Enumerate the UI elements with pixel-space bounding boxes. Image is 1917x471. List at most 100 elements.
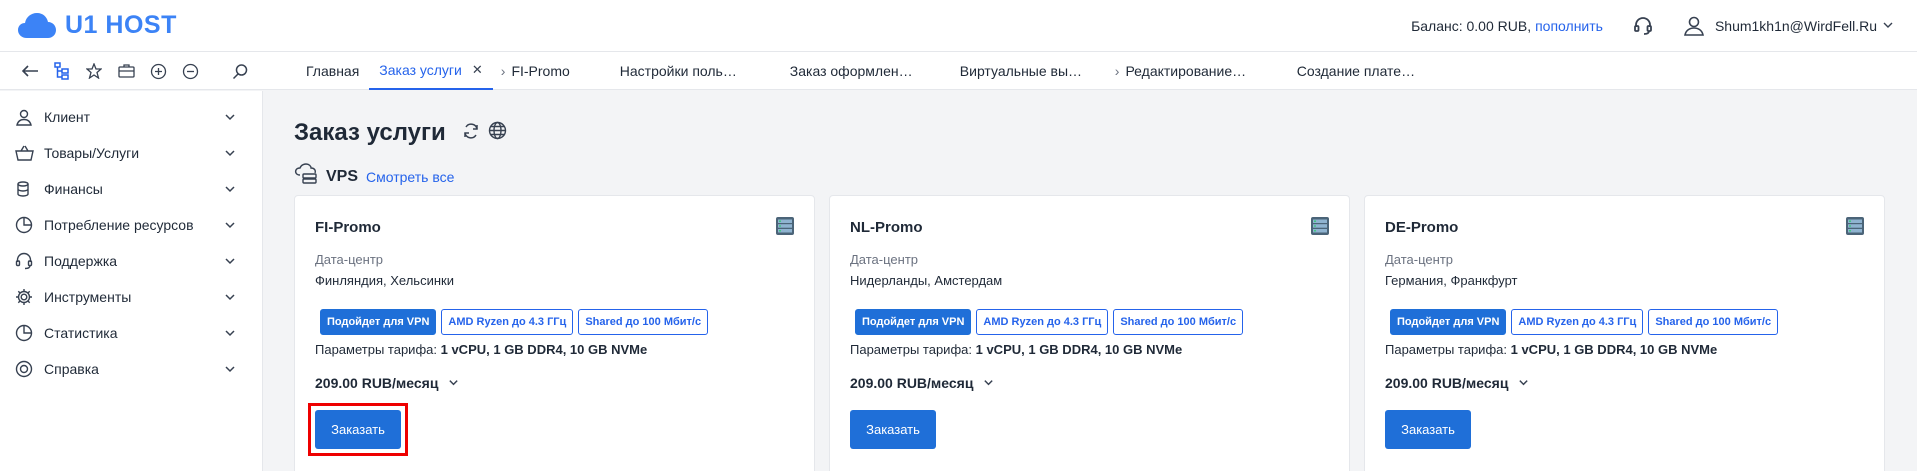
tab-label: Создание плате… — [1296, 63, 1416, 79]
price-value: 209.00 RUB/месяц — [1385, 375, 1509, 391]
globe-icon[interactable] — [488, 121, 507, 145]
star-icon[interactable] — [78, 52, 110, 90]
badge-network: Shared до 100 Мбит/с — [1113, 309, 1244, 335]
tab-label: Заказ услуги — [379, 62, 462, 78]
server-icon — [776, 217, 794, 240]
sidebar-item-statistics[interactable]: Статистика — [0, 315, 262, 351]
chevron-down-icon — [224, 218, 236, 234]
tab-editing[interactable]: › Редактирование… — [1105, 52, 1287, 90]
refresh-icon[interactable] — [462, 122, 480, 145]
sidebar-item-label: Финансы — [44, 181, 103, 197]
back-arrow-icon[interactable] — [14, 52, 46, 90]
user-email: Shum1kh1n@WirdFell.Ru — [1714, 18, 1877, 34]
support-headset-icon[interactable] — [1633, 16, 1653, 36]
tab-order-service[interactable]: Заказ услуги ✕ — [369, 52, 493, 90]
cloud-server-icon — [294, 163, 318, 190]
section-label: VPS — [326, 167, 359, 185]
params-value: 1 vCPU, 1 GB DDR4, 10 GB NVMe — [440, 342, 648, 357]
price-selector[interactable]: 209.00 RUB/месяц — [315, 375, 459, 391]
tab-label: FI-Promo — [511, 63, 570, 79]
sidebar-item-label: Товары/Услуги — [44, 145, 140, 161]
badge-vpn: Подойдет для VPN — [1390, 309, 1507, 335]
user-menu[interactable]: Shum1kh1n@WirdFell.Ru — [1683, 15, 1893, 37]
topup-link[interactable]: пополнить — [1535, 18, 1603, 34]
tab-order-placed[interactable]: Заказ оформлен… — [780, 52, 950, 90]
order-button[interactable]: Заказать — [850, 410, 936, 449]
price-value: 209.00 RUB/месяц — [850, 375, 974, 391]
tab-home[interactable]: Главная — [293, 52, 369, 90]
price-selector[interactable]: 209.00 RUB/месяц — [850, 375, 994, 391]
chevron-right-icon: › — [1114, 63, 1120, 79]
tab-label: Редактирование… — [1125, 63, 1247, 79]
sidebar-item-label: Потребление ресурсов — [44, 217, 194, 233]
tab-user-settings[interactable]: Настройки поль… — [610, 52, 780, 90]
badge-cpu: AMD Ryzen до 4.3 ГГц — [976, 309, 1109, 335]
badge-network: Shared до 100 Мбит/с — [1648, 309, 1779, 335]
close-icon[interactable]: ✕ — [472, 62, 483, 78]
params-label: Параметры тарифа: — [1385, 342, 1507, 357]
tree-icon[interactable] — [46, 52, 78, 90]
server-icon — [1311, 217, 1329, 240]
server-icon — [1846, 217, 1864, 240]
chevron-down-icon — [983, 375, 994, 391]
chevron-right-icon: › — [500, 63, 506, 79]
basket-icon — [14, 143, 34, 163]
sidebar-item-support[interactable]: Поддержка — [0, 243, 262, 279]
user-icon — [14, 107, 34, 127]
pie-chart-icon — [14, 323, 34, 343]
view-all-link[interactable]: Смотреть все — [366, 169, 454, 185]
chevron-down-icon — [224, 254, 236, 270]
tab-label: Настройки поль… — [619, 63, 737, 79]
card-title: FI-Promo — [315, 219, 381, 236]
sidebar-item-label: Поддержка — [44, 253, 118, 269]
minus-circle-icon[interactable] — [174, 52, 206, 90]
chevron-down-icon — [224, 362, 236, 378]
chevron-down-icon — [224, 290, 236, 306]
chevron-down-icon — [224, 326, 236, 342]
tariff-card: DE-Promo Дата-центр Германия, Франкфурт … — [1364, 195, 1885, 471]
sidebar-item-tools[interactable]: Инструменты — [0, 279, 262, 315]
headset-icon — [14, 251, 34, 271]
tab-label: Виртуальные вы… — [959, 63, 1083, 79]
sidebar-item-label: Статистика — [44, 325, 118, 341]
search-icon[interactable] — [224, 52, 256, 90]
sidebar-item-label: Клиент — [44, 109, 91, 125]
tariff-params: Параметры тарифа: 1 vCPU, 1 GB DDR4, 10 … — [1385, 342, 1717, 357]
datacenter-value: Германия, Франкфурт — [1385, 273, 1518, 288]
datacenter-value: Нидерланды, Амстердам — [850, 273, 1003, 288]
datacenter-label: Дата-центр — [850, 252, 919, 267]
lifebuoy-icon — [14, 359, 34, 379]
sidebar-item-products[interactable]: Товары/Услуги — [0, 135, 262, 171]
sidebar-item-label: Справка — [44, 361, 99, 377]
sidebar-item-client[interactable]: Клиент — [0, 99, 262, 135]
user-icon — [1683, 16, 1704, 36]
order-button[interactable]: Заказать — [315, 410, 401, 449]
tariff-params: Параметры тарифа: 1 vCPU, 1 GB DDR4, 10 … — [850, 342, 1182, 357]
toolbar — [14, 52, 256, 90]
params-label: Параметры тарифа: — [850, 342, 972, 357]
sidebar-item-help[interactable]: Справка — [0, 351, 262, 387]
brand-name: U1 HOST — [65, 11, 177, 39]
sidebar: Клиент Товары/Услуги Финансы Потребление… — [0, 91, 263, 471]
chevron-down-icon — [1518, 375, 1529, 391]
tab-fi-promo[interactable]: › FI-Promo — [493, 52, 610, 90]
tab-virtual-machines[interactable]: Виртуальные вы… — [950, 52, 1105, 90]
badge-network: Shared до 100 Мбит/с — [578, 309, 709, 335]
sidebar-item-resource-usage[interactable]: Потребление ресурсов — [0, 207, 262, 243]
price-selector[interactable]: 209.00 RUB/месяц — [1385, 375, 1529, 391]
chevron-down-icon — [448, 375, 459, 391]
cloud-icon — [18, 12, 56, 38]
order-button[interactable]: Заказать — [1385, 410, 1471, 449]
briefcase-icon[interactable] — [110, 52, 142, 90]
tariff-card: FI-Promo Дата-центр Финляндия, Хельсинки… — [294, 195, 815, 471]
tabs: Главная Заказ услуги ✕ › FI-Promo Настро… — [293, 52, 1425, 90]
datacenter-label: Дата-центр — [315, 252, 384, 267]
plus-circle-icon[interactable] — [142, 52, 174, 90]
chevron-down-icon — [1883, 20, 1893, 33]
sidebar-item-finance[interactable]: Финансы — [0, 171, 262, 207]
top-bar: U1 HOST Баланс: 0.00 RUB, пополнить Shum… — [0, 0, 1917, 52]
datacenter-value: Финляндия, Хельсинки — [315, 273, 454, 288]
tab-payment-creation[interactable]: Создание плате… — [1287, 52, 1425, 90]
logo[interactable]: U1 HOST — [18, 11, 177, 40]
gear-icon — [14, 287, 34, 307]
